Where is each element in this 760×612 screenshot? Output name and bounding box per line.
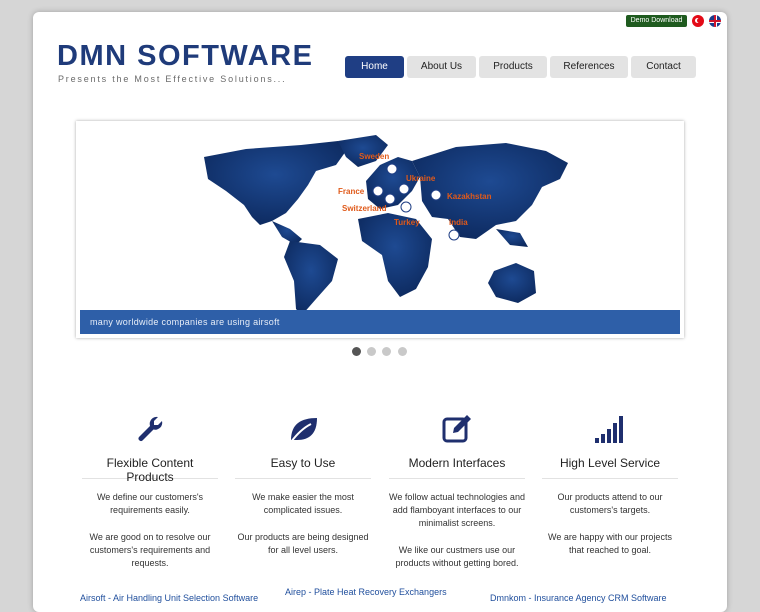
logo-title[interactable]: DMN SOFTWARE [57, 40, 313, 73]
feature-text: We are happy with our projects that reac… [548, 532, 672, 555]
feature-title: Flexible Content Products [82, 456, 218, 484]
world-map: Sweden Ukraine France Kazakhstan Switzer… [76, 121, 684, 338]
nav-contact[interactable]: Contact [631, 56, 696, 78]
slider-dot-1[interactable] [352, 347, 361, 356]
demo-download-button[interactable]: Demo Download [626, 15, 687, 27]
slider-dot-3[interactable] [382, 347, 391, 356]
country-label-switzerland: Switzerland [342, 204, 387, 213]
edit-icon [442, 415, 471, 443]
feature-title: Easy to Use [235, 456, 371, 479]
feature-text: We make easier the most complicated issu… [252, 492, 354, 515]
english-flag-icon[interactable] [709, 15, 721, 27]
feature-text: Our products attend to our customers's t… [557, 492, 663, 515]
signal-bars-icon [595, 416, 623, 443]
feature-high-level-service: High Level Service Our products attend t… [542, 410, 678, 557]
wrench-icon [138, 416, 163, 441]
feature-text: We like our custmers use our products wi… [395, 545, 519, 568]
country-label-sweden: Sweden [359, 152, 389, 161]
nav-products[interactable]: Products [479, 56, 547, 78]
feature-flexible-content: Flexible Content Products We define our … [82, 410, 218, 570]
turkish-flag-icon[interactable] [692, 15, 704, 27]
product-link-airep[interactable]: Airep - Plate Heat Recovery Exchangers [285, 587, 447, 597]
slider-dot-2[interactable] [367, 347, 376, 356]
feature-text: We follow actual technologies and add fl… [389, 492, 525, 528]
nav-about-us[interactable]: About Us [407, 56, 476, 78]
nav-references[interactable]: References [550, 56, 628, 78]
slider-caption: many worldwide companies are using airso… [80, 310, 680, 334]
feature-text: Our products are being designed for all … [237, 532, 369, 555]
leaf-icon [290, 418, 317, 443]
country-label-india: India [449, 218, 468, 227]
product-link-dmnkom[interactable]: Dmnkom - Insurance Agency CRM Software [490, 593, 667, 603]
nav-home[interactable]: Home [345, 56, 404, 78]
feature-text: We define our customers's requirements e… [96, 492, 204, 515]
feature-modern-interfaces: Modern Interfaces We follow actual techn… [389, 410, 525, 570]
country-label-france: France [338, 187, 365, 196]
country-label-kazakhstan: Kazakhstan [447, 192, 492, 201]
feature-easy-to-use: Easy to Use We make easier the most comp… [235, 410, 371, 557]
country-label-turkey: Turkey [394, 218, 420, 227]
country-label-ukraine: Ukraine [406, 174, 436, 183]
product-link-airsoft[interactable]: Airsoft - Air Handling Unit Selection So… [80, 593, 258, 603]
feature-title: High Level Service [542, 456, 678, 479]
logo-tagline: Presents the Most Effective Solutions... [58, 74, 287, 84]
slider-dot-4[interactable] [398, 347, 407, 356]
hero-slider[interactable]: Sweden Ukraine France Kazakhstan Switzer… [76, 121, 684, 338]
feature-title: Modern Interfaces [389, 456, 525, 479]
feature-text: We are good on to resolve our customers'… [89, 532, 211, 568]
